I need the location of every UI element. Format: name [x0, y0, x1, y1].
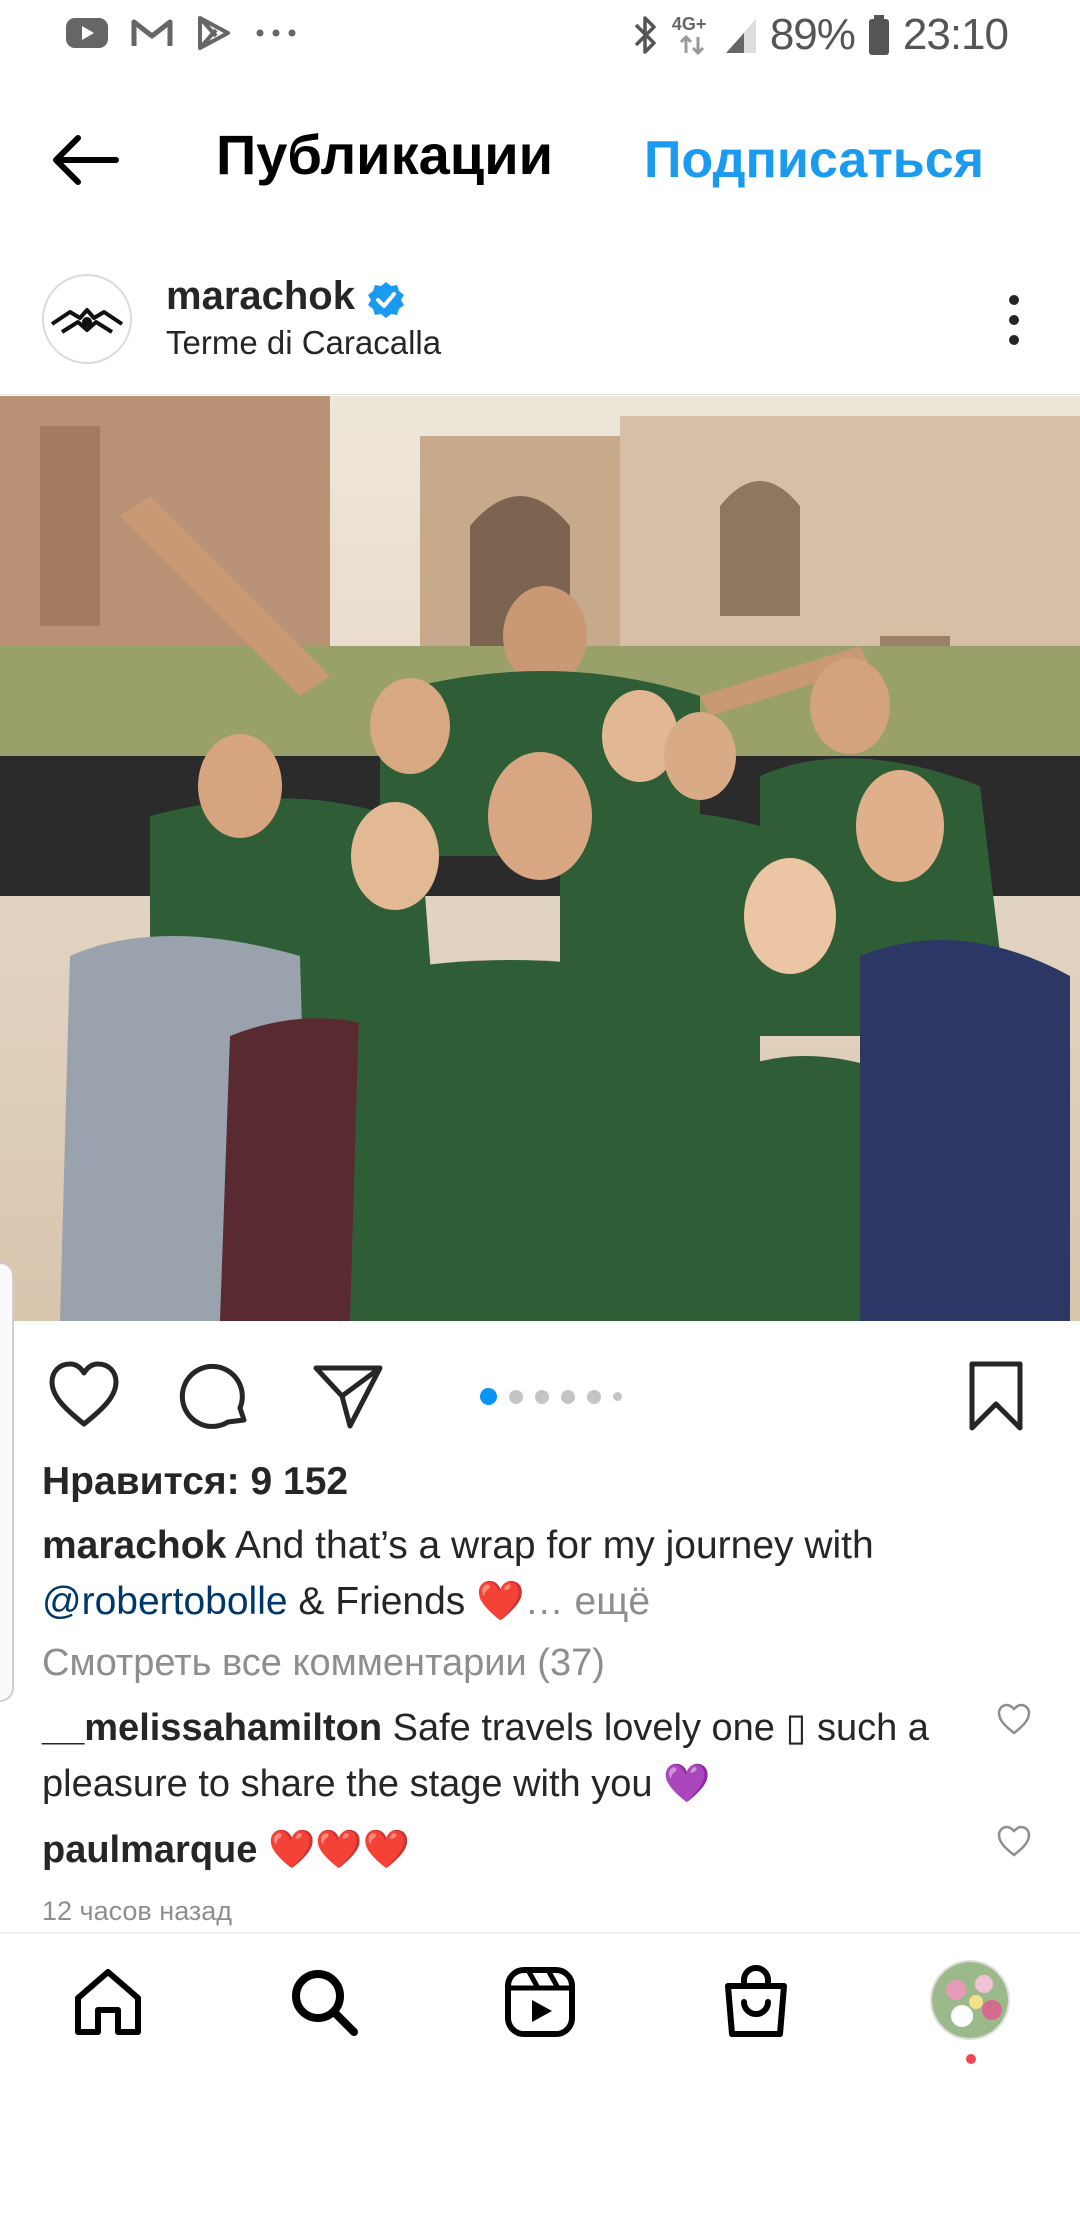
photo-illustration	[0, 396, 1080, 1321]
post-caption: marachok And that’s a wrap for my journe…	[42, 1518, 1042, 1630]
comment-like-heart-icon[interactable]	[996, 1702, 1032, 1738]
shop-icon[interactable]	[718, 1964, 794, 2040]
edge-panel-handle[interactable]	[0, 1262, 14, 1702]
profile-photo	[932, 1962, 1008, 2038]
comment-item: paulmarque ❤️❤️❤️	[42, 1822, 972, 1878]
post-location[interactable]: Terme di Caracalla	[166, 324, 441, 362]
header-divider	[0, 394, 1080, 395]
post-photo[interactable]	[0, 396, 1080, 1321]
post-timestamp: 12 часов назад	[42, 1896, 233, 1926]
data-arrows-icon	[679, 35, 704, 55]
carousel-dot	[613, 1392, 622, 1401]
more-dots-icon	[256, 29, 296, 37]
bookmark-save-icon[interactable]	[958, 1358, 1034, 1434]
network-indicator: 4G+	[672, 13, 712, 57]
comment-username[interactable]: __melissahamilton	[42, 1707, 382, 1749]
more-options-icon[interactable]	[1000, 290, 1028, 350]
post-header: marachok Terme di Caracalla	[0, 260, 1080, 394]
play-store-icon	[198, 16, 230, 50]
search-icon[interactable]	[286, 1964, 362, 2040]
follow-button[interactable]: Подписаться	[644, 130, 984, 190]
comment-username[interactable]: paulmarque	[42, 1829, 257, 1871]
carousel-dot	[587, 1389, 601, 1404]
carousel-indicator	[480, 1388, 622, 1405]
comment-like-heart-icon[interactable]	[996, 1824, 1032, 1860]
signal-icon	[725, 19, 756, 53]
author-username[interactable]: marachok	[166, 274, 355, 319]
caption-text: And that’s a wrap for my journey with	[234, 1524, 874, 1567]
bluetooth-icon	[634, 16, 656, 54]
page-title: Публикации	[216, 123, 554, 186]
comment-icon[interactable]	[178, 1358, 254, 1434]
carousel-dot	[561, 1389, 575, 1404]
bird-logo-icon	[50, 308, 124, 334]
battery-percent: 89%	[769, 10, 856, 59]
profile-avatar[interactable]	[930, 1960, 1010, 2040]
caption-username[interactable]: marachok	[42, 1524, 226, 1567]
comment-item: __melissahamilton Safe travels lovely on…	[42, 1700, 972, 1812]
caption-mention[interactable]: @robertobolle	[42, 1580, 288, 1623]
caption-more-link[interactable]: … ещё	[525, 1580, 650, 1623]
carousel-dot	[535, 1389, 549, 1404]
clock: 23:10	[902, 10, 1009, 59]
home-icon[interactable]	[70, 1964, 146, 2040]
notification-icons	[64, 14, 298, 52]
battery-icon	[868, 15, 889, 55]
youtube-icon	[66, 18, 108, 48]
gmail-icon	[131, 19, 173, 46]
top-app-bar: Публикации Подписаться	[0, 100, 1080, 220]
caption-text-after: & Friends ❤️	[298, 1580, 525, 1623]
share-send-icon[interactable]	[310, 1358, 386, 1434]
bottom-navigation	[0, 1934, 1080, 2074]
status-bar: 4G+ 89% 23:10	[0, 0, 1080, 72]
reels-icon[interactable]	[502, 1964, 578, 2040]
back-arrow-icon[interactable]	[48, 130, 120, 190]
like-heart-icon[interactable]	[46, 1358, 122, 1434]
likes-count[interactable]: Нравится: 9 152	[42, 1460, 348, 1504]
carousel-dot	[509, 1389, 523, 1404]
notification-dot	[966, 2054, 976, 2064]
verified-badge-icon	[368, 282, 404, 318]
view-all-comments-link[interactable]: Смотреть все комментарии (37)	[42, 1642, 605, 1685]
author-avatar[interactable]	[42, 274, 132, 364]
carousel-dot-active	[480, 1388, 497, 1405]
network-type: 4G+	[671, 14, 707, 34]
system-status: 4G+ 89% 23:10	[632, 10, 1009, 60]
post-actions	[0, 1340, 1080, 1440]
comment-text: ❤️❤️❤️	[267, 1829, 410, 1871]
